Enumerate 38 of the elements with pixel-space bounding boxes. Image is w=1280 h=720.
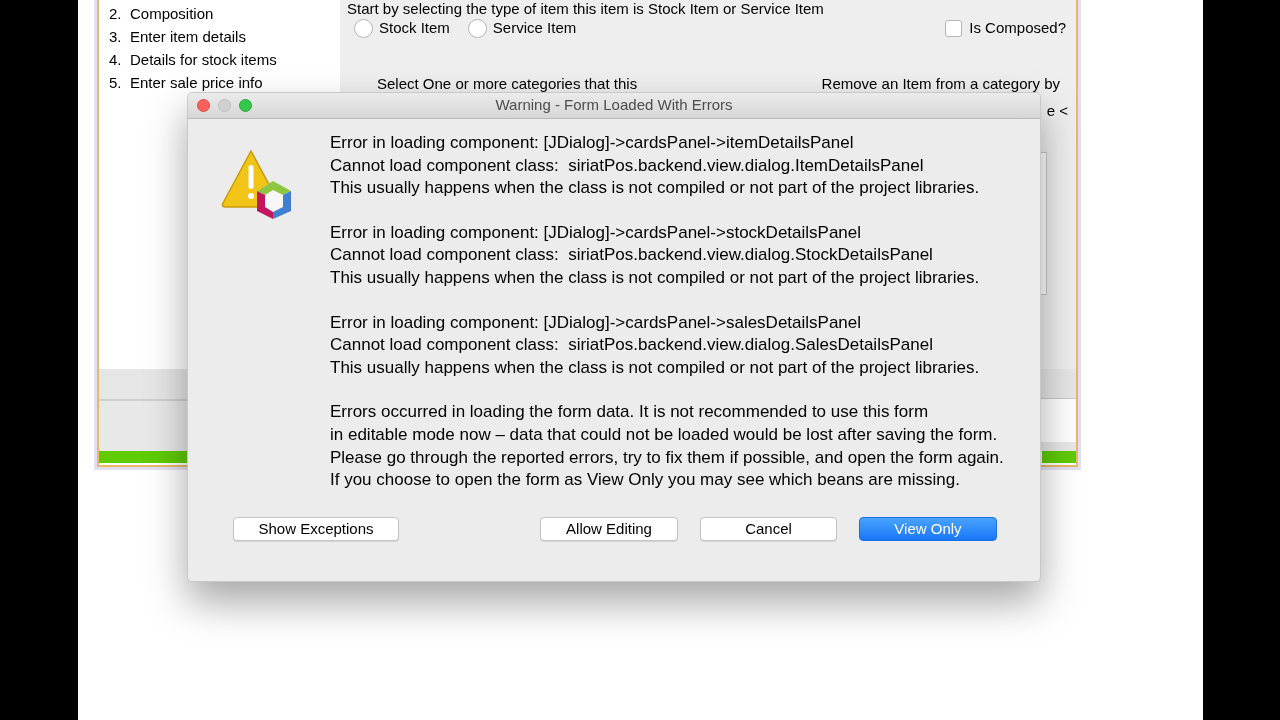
message-line: This usually happens when the class is not compiled or not part of the project libraries.	[330, 266, 981, 289]
radio-button[interactable]	[354, 18, 373, 38]
remove-hint-end: e <	[1046, 101, 1068, 121]
message-line: If you choose to open the form as View Only you may see which beans are missing.	[330, 469, 961, 492]
message-line: This usually happens when the class is not compiled or not part of the project libraries.	[330, 356, 981, 379]
radio-label[interactable]: Stock Item	[379, 17, 450, 40]
window-title: Warning - Form Loaded With Errors	[495, 95, 733, 116]
dialog-button[interactable]: Allow Editing	[540, 516, 678, 541]
message-line: Error in loading component: [JDialog]->cardsPanel->salesDetailsPanel	[330, 311, 863, 334]
instruction-text: Start by selecting the type of item this item is Stock Item or Service Item	[347, 0, 824, 19]
step-number: 5.	[109, 72, 123, 93]
radio-label[interactable]: Service Item	[492, 17, 577, 40]
step-label[interactable]: Enter sale price info	[130, 71, 263, 95]
categories-hint: Select One or more categories that this	[377, 74, 638, 94]
step-number: 4.	[109, 49, 123, 70]
dialog-button[interactable]: Cancel	[700, 516, 837, 541]
step-label[interactable]: Details for stock items	[130, 48, 277, 72]
step-number: 3.	[109, 26, 123, 47]
dialog-button[interactable]: Show Exceptions	[233, 516, 399, 541]
step-number: 2.	[109, 3, 123, 24]
minimize-button[interactable]	[218, 99, 231, 112]
message-line: Cannot load component class: siriatPos.backend.view.dialog.StockDetailsPanel	[330, 244, 934, 267]
message-line: Error in loading component: [JDialog]->cardsPanel->stockDetailsPanel	[330, 221, 863, 244]
message-line: Please go through the reported errors, try to fix them if possible, and open the form again.	[330, 446, 1004, 469]
message-line: Error in loading component: [JDialog]->cardsPanel->itemDetailsPanel	[330, 132, 855, 154]
message-line: This usually happens when the class is not compiled or not part of the project libraries.	[330, 177, 981, 200]
checkbox[interactable]	[945, 19, 963, 37]
checkbox-label[interactable]: Is Composed?	[969, 17, 1066, 40]
message-line: in editable mode now – data that could not be loaded would be lost after saving the form.	[330, 423, 999, 446]
remove-hint: Remove an Item from a category by	[821, 74, 1060, 94]
message-line: Cannot load component class: siriatPos.backend.view.dialog.ItemDetailsPanel	[330, 154, 925, 177]
close-button[interactable]	[197, 99, 210, 112]
zoom-button[interactable]	[239, 99, 252, 112]
message-line: Errors occurred in loading the form data. It is not recommended to use this form	[330, 401, 930, 424]
step-label[interactable]: Composition	[130, 2, 214, 26]
step-label[interactable]: Enter item details	[130, 25, 246, 49]
message-line: Cannot load component class: siriatPos.backend.view.dialog.SalesDetailsPanel	[330, 334, 934, 357]
radio-button[interactable]	[467, 18, 487, 38]
